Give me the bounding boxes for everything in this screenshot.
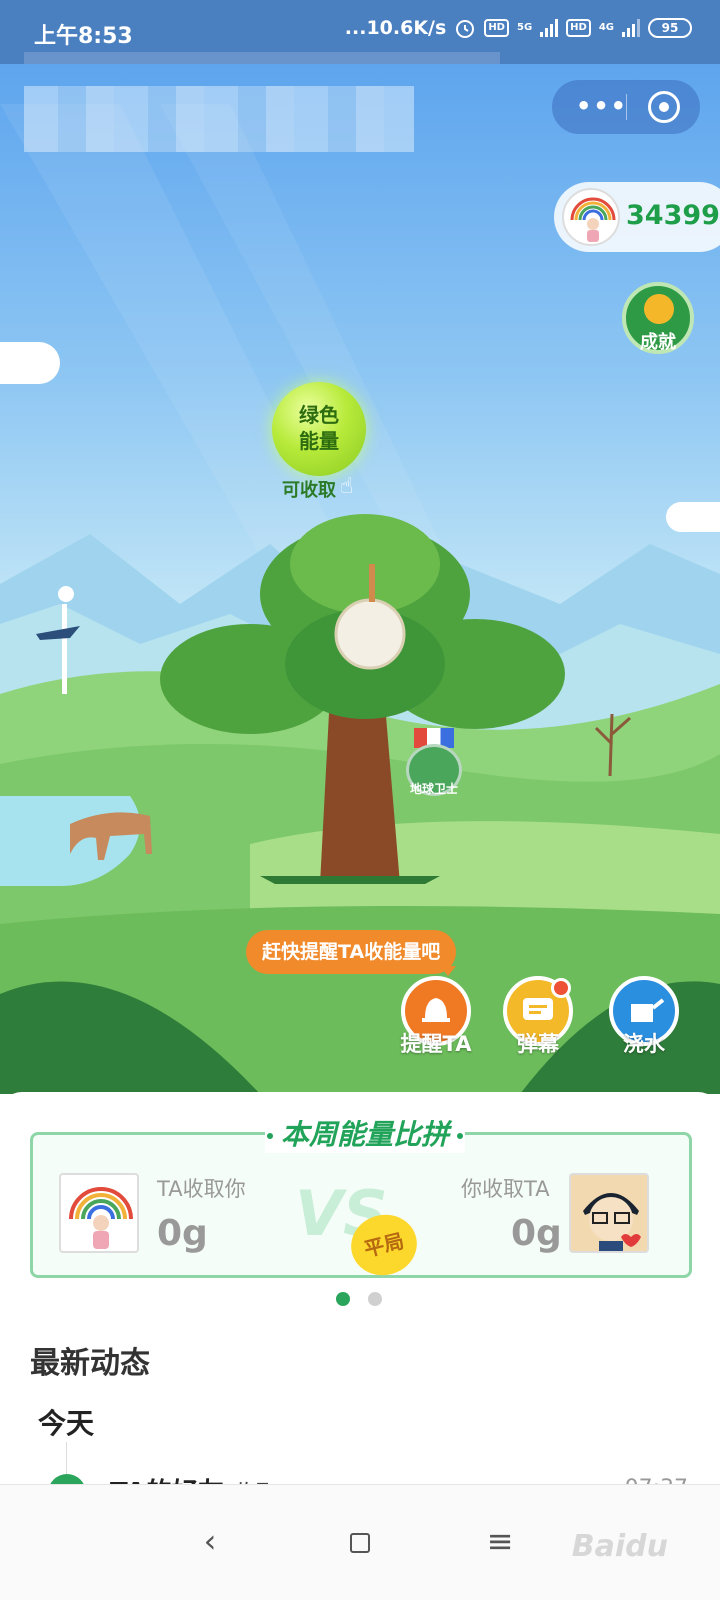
water-label: 浇水 bbox=[623, 1032, 665, 1056]
net-5g-label: 5G bbox=[516, 22, 533, 33]
pager-dot-active[interactable] bbox=[336, 1292, 350, 1306]
feed-title: 最新动态 bbox=[30, 1346, 150, 1381]
reminder-bubble: 赶快提醒TA收能量吧 bbox=[246, 930, 457, 976]
cloud-right bbox=[666, 502, 720, 532]
forest-scene: ••• 地球卫士 绿色 能量 可收取 ☝ 34399 成就 赶快提醒TA收能量吧… bbox=[0, 64, 720, 1094]
blurred-title-strip bbox=[24, 52, 500, 64]
achievement-badge-icon bbox=[644, 294, 674, 324]
energy-total-value: 34399g bbox=[626, 200, 720, 231]
danmaku-label: 弹幕 bbox=[517, 1032, 559, 1056]
achievement-label: 成就 bbox=[640, 332, 676, 353]
pager-dot[interactable] bbox=[368, 1292, 382, 1306]
cloud-left bbox=[0, 342, 60, 384]
weekly-energy-battle-card[interactable]: 本周能量比拼 TA收取你 0g VS 平局 你收取TA 0g bbox=[30, 1113, 692, 1283]
left-value: 0g bbox=[157, 1213, 208, 1254]
remind-label: 提醒TA bbox=[400, 1032, 472, 1056]
pointing-hand-icon: ☝ bbox=[340, 474, 354, 499]
bottom-panel: 本周能量比拼 TA收取你 0g VS 平局 你收取TA 0g 最新动态 今天 bbox=[0, 1092, 720, 1512]
status-time: 上午8:53 bbox=[34, 24, 133, 49]
signal-4g-icon bbox=[622, 19, 640, 37]
achievement-button[interactable]: 成就 bbox=[622, 282, 694, 354]
left-caption: TA收取你 bbox=[157, 1177, 246, 1201]
collectable-label: 可收取 bbox=[282, 480, 336, 501]
left-avatar bbox=[59, 1173, 139, 1253]
status-bar: 上午8:53 ...10.6K/s HD 5G HD 4G 95 bbox=[0, 0, 720, 64]
energy-tree bbox=[160, 514, 565, 884]
card-pager bbox=[336, 1292, 382, 1306]
alarm-icon bbox=[456, 20, 475, 38]
status-indicators: ...10.6K/s HD 5G HD 4G 95 bbox=[345, 17, 692, 39]
remind-button[interactable]: 提醒TA bbox=[398, 976, 474, 1058]
hd-badge-2: HD bbox=[566, 19, 591, 37]
right-caption: 你收取TA bbox=[461, 1177, 550, 1201]
feed-day-label: 今天 bbox=[38, 1407, 95, 1440]
weekly-title: 本周能量比拼 bbox=[265, 1113, 466, 1153]
energy-ball-label: 绿色 能量 bbox=[299, 403, 339, 453]
back-icon[interactable]: ‹ bbox=[180, 1511, 240, 1571]
energy-total-pill[interactable]: 34399g bbox=[554, 182, 720, 252]
rainbow-girl-avatar bbox=[562, 188, 620, 246]
hd-badge: HD bbox=[484, 19, 509, 37]
danmaku-button[interactable]: 弹幕 bbox=[500, 976, 576, 1058]
signal-5g-icon bbox=[540, 19, 559, 37]
home-icon[interactable] bbox=[330, 1511, 390, 1571]
battery-icon: 95 bbox=[648, 18, 692, 38]
right-avatar bbox=[569, 1173, 649, 1253]
net-4g-label: 4G bbox=[598, 22, 614, 33]
baidu-watermark-logo: Baidu bbox=[571, 1529, 668, 1564]
right-value: 0g bbox=[511, 1213, 562, 1254]
danmaku-badge-dot bbox=[551, 978, 571, 998]
earth-guardian-medal[interactable]: 地球卫士 bbox=[400, 728, 468, 798]
water-button[interactable]: 浇水 bbox=[606, 976, 682, 1058]
system-nav-bar: ‹ ≡ Baidu bbox=[0, 1484, 720, 1600]
menu-icon[interactable]: ≡ bbox=[470, 1511, 530, 1571]
green-energy-ball[interactable]: 绿色 能量 bbox=[272, 382, 366, 476]
medal-label: 地球卫士 bbox=[409, 782, 458, 796]
network-speed: ...10.6K/s bbox=[344, 17, 447, 39]
